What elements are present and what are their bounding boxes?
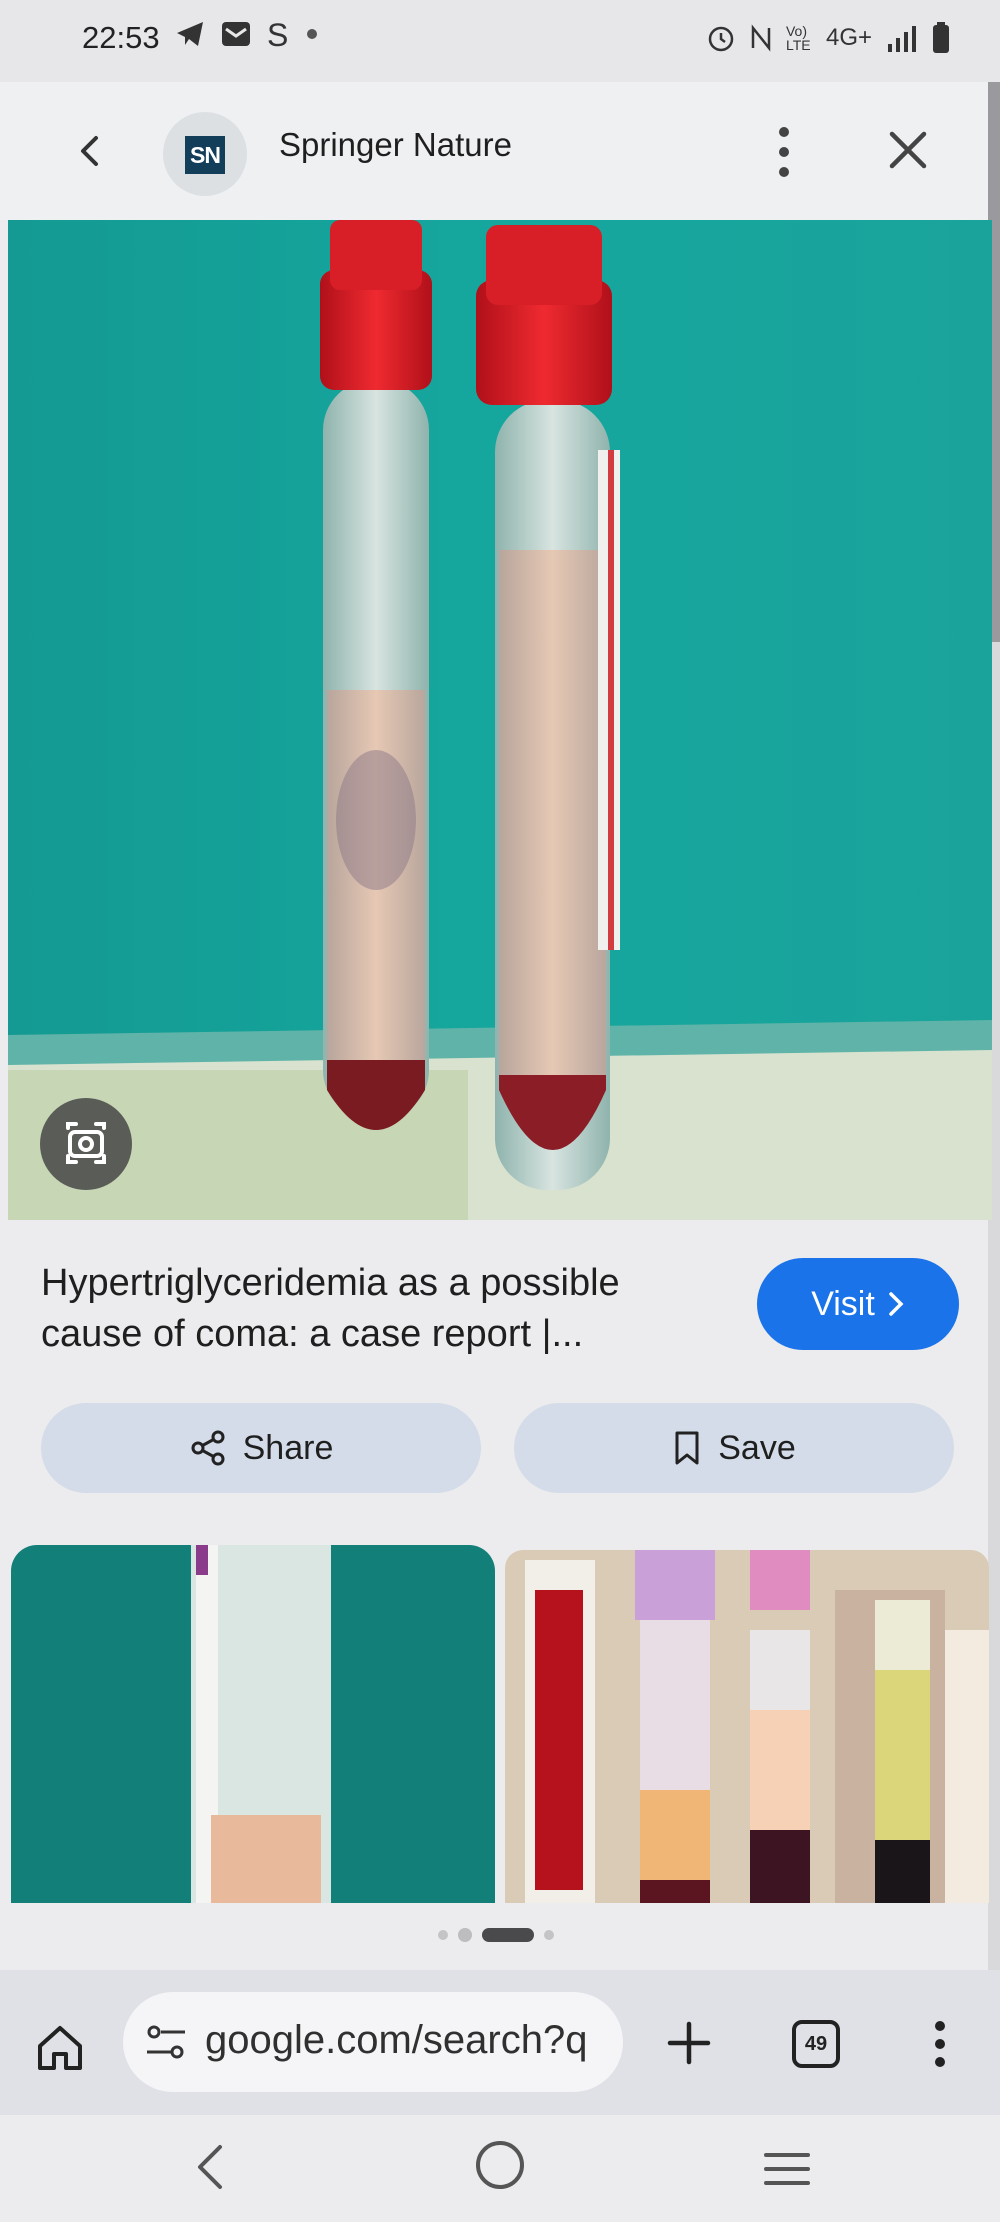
status-bar: 22:53 S Vo) LTE 4G+ (0, 0, 1000, 82)
save-label: Save (718, 1428, 796, 1467)
carousel-dot (544, 1930, 554, 1940)
telegram-icon (177, 22, 203, 46)
carousel-indicator (438, 1928, 554, 1942)
nav-home-icon[interactable] (476, 2141, 524, 2189)
close-icon[interactable] (880, 122, 936, 178)
nav-back-icon[interactable] (186, 2139, 236, 2195)
bookmark-icon (675, 1431, 699, 1465)
carousel-dot-active (482, 1928, 534, 1942)
related-thumbnail-tubes (505, 1550, 989, 1903)
share-icon (191, 1430, 225, 1466)
chevron-right-icon (889, 1292, 904, 1316)
visit-label: Visit (811, 1284, 875, 1323)
system-navigation-bar (0, 2115, 1000, 2222)
kebab-menu-icon[interactable] (922, 2016, 958, 2072)
nav-recents-icon[interactable] (762, 2149, 812, 2189)
status-notification-icons: S (175, 18, 317, 50)
site-avatar[interactable]: SN (163, 112, 247, 196)
tab-switcher-button[interactable]: 49 (792, 2020, 840, 2068)
blood-tubes-photo (8, 220, 992, 1220)
lens-result-header: SN Springer Nature (0, 82, 988, 220)
kebab-menu-icon[interactable] (764, 122, 804, 182)
related-thumbnail-tube (11, 1545, 495, 1903)
svg-text:S: S (267, 18, 288, 50)
mail-icon (222, 22, 250, 46)
signal-icon (888, 26, 916, 52)
carousel-dot (458, 1928, 472, 1942)
camera-search-icon (66, 1122, 106, 1164)
related-image-1[interactable] (11, 1545, 495, 1903)
carousel-dot (438, 1930, 448, 1940)
dot-icon (307, 29, 317, 39)
url-bar[interactable]: google.com/search?q (123, 1992, 623, 2092)
url-text[interactable]: google.com/search?q (205, 2018, 615, 2063)
battery-icon (933, 22, 949, 53)
skype-icon: S (267, 18, 288, 50)
browser-toolbar: google.com/search?q 49 (0, 1970, 1000, 2115)
status-system-icons: Vo) LTE 4G+ (706, 22, 950, 54)
plus-icon[interactable] (666, 2020, 712, 2066)
lens-search-button[interactable] (40, 1098, 132, 1190)
visit-button[interactable]: Visit (757, 1258, 959, 1350)
share-label: Share (242, 1428, 334, 1467)
status-time: 22:53 (82, 20, 160, 55)
springer-nature-logo: SN (185, 136, 225, 174)
nfc-icon (751, 24, 771, 52)
volte-icon: Vo) LTE (785, 23, 811, 53)
home-icon[interactable] (34, 2022, 86, 2074)
site-name[interactable]: Springer Nature (279, 126, 512, 164)
alarm-icon (708, 26, 734, 52)
network-type: 4G+ (825, 24, 872, 51)
chevron-left-icon[interactable] (66, 126, 116, 176)
related-image-2[interactable] (505, 1550, 989, 1903)
share-button[interactable]: Share (41, 1403, 481, 1493)
result-title[interactable]: Hypertriglyceridemia as a possible cause… (41, 1258, 721, 1360)
save-button[interactable]: Save (514, 1403, 954, 1493)
site-settings-icon[interactable] (145, 2023, 187, 2061)
result-image[interactable] (8, 220, 992, 1220)
